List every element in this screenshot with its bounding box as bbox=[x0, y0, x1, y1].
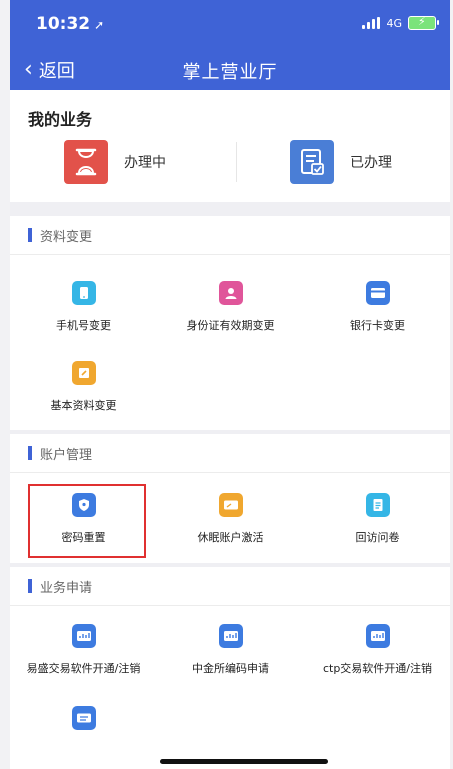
profile-edit-icon bbox=[71, 361, 96, 385]
grid-item-label: 回访问卷 bbox=[355, 531, 400, 544]
grid-item-label: 银行卡变更 bbox=[350, 319, 405, 332]
ctp-software-button[interactable]: ctp交易软件开通/注销 bbox=[304, 624, 450, 676]
page-title: 掌上营业厅 bbox=[182, 62, 278, 83]
network-type: 4G bbox=[386, 16, 402, 30]
id-validity-change-button[interactable]: 身份证有效期变更 bbox=[157, 281, 304, 333]
home-indicator[interactable] bbox=[160, 759, 328, 764]
grid-item-label: 基本资料变更 bbox=[50, 399, 117, 412]
card-activate-icon bbox=[218, 493, 243, 517]
section-marker bbox=[28, 446, 32, 460]
bank-card-change-button[interactable]: 银行卡变更 bbox=[304, 281, 450, 333]
my-business-title: 我的业务 bbox=[28, 110, 93, 129]
phone-change-button[interactable]: 手机号变更 bbox=[10, 281, 157, 333]
section-marker bbox=[28, 579, 32, 593]
section-gap bbox=[10, 202, 450, 216]
section-business-application-grid: 易盛交易软件开通/注销 中金所编码申请 ctp交易软件开通/注销 bbox=[10, 606, 450, 769]
in-progress-button[interactable]: 办理中 bbox=[64, 140, 166, 184]
grid-item-label: 身份证有效期变更 bbox=[186, 319, 275, 332]
section-title: 账户管理 bbox=[40, 448, 93, 463]
phone-icon bbox=[71, 281, 96, 305]
follow-up-survey-button[interactable]: 回访问卷 bbox=[304, 493, 450, 545]
section-profile-change-header: 资料变更 bbox=[10, 216, 450, 255]
section-business-application-header: 业务申请 bbox=[10, 567, 450, 606]
status-indicators: 4G ⚡ bbox=[362, 15, 439, 30]
id-card-icon bbox=[71, 706, 96, 730]
grid-item-label: 易盛交易软件开通/注销 bbox=[26, 662, 141, 675]
id-card-service-button[interactable] bbox=[10, 706, 157, 742]
nav-bar: ‹ 返回 掌上营业厅 bbox=[10, 48, 450, 90]
highlight-box bbox=[28, 484, 146, 558]
grid-item-label: 手机号变更 bbox=[56, 319, 111, 332]
document-check-icon bbox=[290, 140, 334, 184]
section-title: 业务申请 bbox=[40, 581, 93, 596]
trading-software-icon bbox=[71, 624, 96, 648]
app-screen: 10:32 ➚ 4G ⚡ ‹ 返回 掌上营业厅 我的业务 办理中 已办理 资料变… bbox=[10, 0, 450, 769]
location-arrow-icon: ➚ bbox=[94, 18, 105, 32]
in-progress-label: 办理中 bbox=[124, 155, 166, 171]
section-marker bbox=[28, 228, 32, 242]
section-profile-change-grid: 手机号变更 身份证有效期变更 银行卡变更 基本资料变更 bbox=[10, 255, 450, 430]
grid-item-label: ctp交易软件开通/注销 bbox=[322, 662, 433, 675]
completed-label: 已办理 bbox=[350, 155, 392, 171]
completed-button[interactable]: 已办理 bbox=[290, 140, 392, 184]
questionnaire-icon bbox=[365, 493, 390, 517]
battery-icon: ⚡ bbox=[408, 15, 439, 30]
section-account-management-header: 账户管理 bbox=[10, 434, 450, 473]
cffex-code-button[interactable]: 中金所编码申请 bbox=[157, 624, 304, 676]
esunny-software-button[interactable]: 易盛交易软件开通/注销 bbox=[10, 624, 157, 676]
section-title: 资料变更 bbox=[40, 230, 93, 245]
id-person-icon bbox=[218, 281, 243, 305]
bank-card-icon bbox=[365, 281, 390, 305]
status-bar: 10:32 ➚ 4G ⚡ bbox=[10, 0, 450, 48]
grid-item-label: 中金所编码申请 bbox=[192, 662, 269, 675]
status-time: 10:32 ➚ bbox=[36, 14, 105, 34]
grid-item-label: 休眠账户激活 bbox=[197, 531, 264, 544]
trading-software-icon bbox=[218, 624, 243, 648]
divider bbox=[236, 142, 237, 182]
signal-icon bbox=[362, 17, 381, 29]
trading-software-icon bbox=[365, 624, 390, 648]
dormant-account-activate-button[interactable]: 休眠账户激活 bbox=[157, 493, 304, 545]
basic-info-change-button[interactable]: 基本资料变更 bbox=[10, 361, 157, 413]
hourglass-icon bbox=[64, 140, 108, 184]
my-business-panel: 我的业务 办理中 已办理 bbox=[10, 92, 450, 202]
